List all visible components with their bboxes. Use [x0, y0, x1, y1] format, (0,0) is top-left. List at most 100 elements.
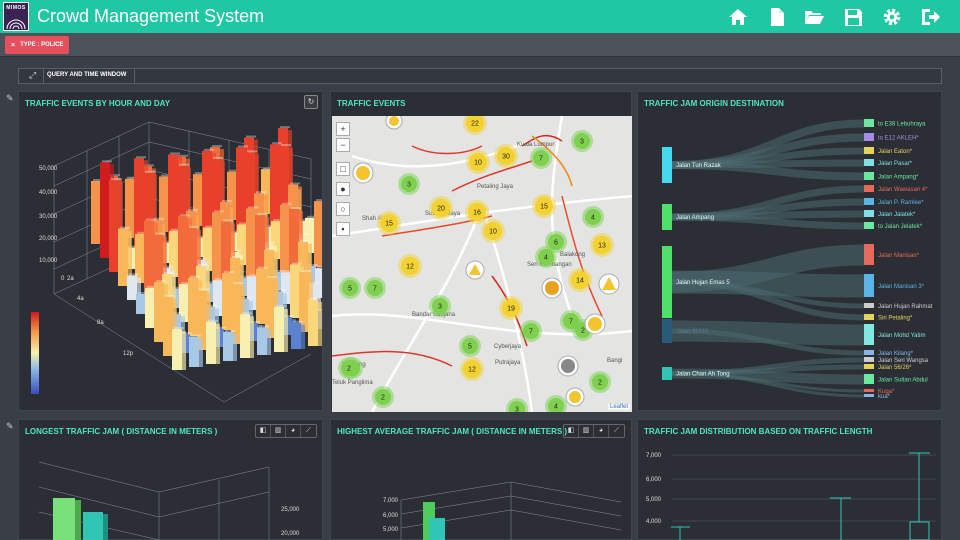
- gear-icon[interactable]: [881, 6, 903, 28]
- line-chart-icon[interactable]: ⟋: [609, 425, 624, 437]
- bar-3d[interactable]: [212, 212, 222, 285]
- bar-3d[interactable]: [172, 329, 182, 370]
- draw-square-button[interactable]: □: [336, 162, 350, 176]
- sankey-target-node[interactable]: [864, 357, 874, 362]
- bar-3d[interactable]: [118, 228, 128, 286]
- bar[interactable]: [83, 512, 103, 540]
- bar-3d[interactable]: [236, 147, 246, 234]
- bar-3d[interactable]: [280, 204, 290, 273]
- bar-chart-icon[interactable]: ▥: [271, 425, 286, 437]
- sankey-target-node[interactable]: [864, 324, 874, 345]
- bar-3d[interactable]: [178, 216, 188, 291]
- pin-icon[interactable]: ✎: [6, 93, 14, 104]
- bar-3d[interactable]: [100, 162, 110, 258]
- sankey-target-node[interactable]: [864, 172, 874, 180]
- query-time-window-bar[interactable]: ⤢ QUERY AND TIME WINDOW: [18, 68, 942, 84]
- cluster-count: 4: [544, 255, 548, 262]
- bar-3d[interactable]: [154, 282, 164, 342]
- file-icon[interactable]: [766, 6, 788, 28]
- zoom-out-button[interactable]: −: [336, 138, 350, 152]
- bar-3d-top: [280, 126, 290, 129]
- bar-3d[interactable]: [189, 336, 199, 367]
- bar-3d[interactable]: [274, 307, 284, 352]
- bar-3d[interactable]: [257, 327, 267, 355]
- sankey-target-node[interactable]: [864, 119, 874, 127]
- bar-3d[interactable]: [136, 293, 146, 314]
- bar-chart-icon[interactable]: ▥: [579, 425, 594, 437]
- sankey-target-node[interactable]: [864, 364, 874, 369]
- sankey-target-node[interactable]: [864, 394, 874, 397]
- bar-3d[interactable]: [206, 321, 216, 364]
- bar-3d[interactable]: [256, 268, 266, 324]
- home-icon[interactable]: [727, 6, 749, 28]
- draw-circle-icon[interactable]: ●: [336, 182, 350, 196]
- bar-3d[interactable]: [144, 220, 154, 297]
- cluster-count: 3: [580, 139, 584, 146]
- cluster-count: 6: [554, 240, 558, 247]
- sankey-target-node[interactable]: [864, 389, 874, 392]
- sankey-target-node[interactable]: [864, 374, 874, 384]
- bar-3d[interactable]: [270, 144, 280, 228]
- panel-highest-average-jam: HIGHEST AVERAGE TRAFFIC JAM ( DISTANCE I…: [330, 419, 632, 540]
- sankey-source-node[interactable]: [662, 204, 672, 230]
- sankey-source-node[interactable]: [662, 367, 672, 380]
- sankey-target-node[interactable]: [864, 185, 874, 192]
- sankey-source-node[interactable]: [662, 147, 672, 183]
- pin-icon[interactable]: ✎: [6, 421, 14, 432]
- bar-3d[interactable]: [314, 201, 322, 267]
- cube-chart-icon[interactable]: ◧: [256, 425, 271, 437]
- expand-icon[interactable]: ⤢: [29, 70, 36, 81]
- bar-3d[interactable]: [127, 275, 137, 300]
- cube-chart-icon[interactable]: ◧: [564, 425, 579, 437]
- sankey-target-node[interactable]: [864, 303, 874, 308]
- sankey-target-node[interactable]: [864, 198, 874, 205]
- sankey-target-node[interactable]: [864, 244, 874, 265]
- bar-3d[interactable]: [109, 180, 119, 272]
- sankey-target-node[interactable]: [864, 133, 874, 141]
- sankey-target-label: Jalan Jalatek*: [878, 212, 916, 218]
- bar-3d[interactable]: [188, 277, 198, 336]
- pie-chart-icon[interactable]: ◕: [286, 425, 301, 437]
- bar-3d[interactable]: [145, 287, 155, 328]
- bar-3d[interactable]: [240, 314, 250, 358]
- sankey-target-node[interactable]: [864, 314, 874, 320]
- bar-3d[interactable]: [291, 322, 301, 349]
- filter-chip-type[interactable]: × TYPE : POLICE: [5, 36, 70, 54]
- sankey-target-node[interactable]: [864, 222, 874, 229]
- sankey-target-node[interactable]: [864, 274, 874, 297]
- sankey-target-node[interactable]: [864, 147, 874, 154]
- leaflet-attribution[interactable]: Leaflet: [607, 404, 630, 410]
- bar[interactable]: [53, 498, 75, 540]
- save-icon[interactable]: [842, 6, 864, 28]
- bar[interactable]: [429, 518, 445, 540]
- sankey-target-label: Jalan Ampang*: [878, 175, 919, 181]
- sankey-source-node[interactable]: [662, 246, 672, 318]
- bar-3d-top: [199, 288, 209, 291]
- zoom-in-button[interactable]: +: [336, 122, 350, 136]
- sankey-target-label: Jalan Eaton*: [878, 149, 913, 155]
- line-chart-icon[interactable]: ⟋: [301, 425, 316, 437]
- bar-3d-top: [310, 297, 320, 300]
- remove-filter-icon[interactable]: ×: [11, 42, 15, 49]
- draw-ring-icon[interactable]: ○: [336, 202, 350, 216]
- folder-open-icon[interactable]: [803, 6, 825, 28]
- sankey-source-node[interactable]: [662, 319, 672, 343]
- bar-3d-top: [212, 145, 222, 148]
- traffic-map[interactable]: Kuala LumpurPetaling JayaSubang JayaShah…: [332, 116, 632, 412]
- bar-3d[interactable]: [222, 273, 232, 330]
- bar-3d[interactable]: [223, 331, 233, 361]
- bar-3d[interactable]: [163, 296, 173, 356]
- pie-chart-icon[interactable]: ◕: [594, 425, 609, 437]
- bar-3d-top: [120, 226, 130, 229]
- bar-3d[interactable]: [91, 181, 101, 244]
- logout-icon[interactable]: [919, 6, 941, 28]
- box-plots[interactable]: [671, 452, 930, 540]
- bar-3d[interactable]: [308, 299, 318, 346]
- sankey-target-node[interactable]: [864, 159, 874, 166]
- bar-3d[interactable]: [290, 264, 300, 318]
- sankey-target-node[interactable]: [864, 350, 874, 355]
- sankey-target-node[interactable]: [864, 210, 874, 217]
- refresh-icon[interactable]: ↻: [304, 95, 318, 109]
- camera-icon[interactable]: ▪: [336, 222, 350, 236]
- bar-3d[interactable]: [246, 208, 256, 279]
